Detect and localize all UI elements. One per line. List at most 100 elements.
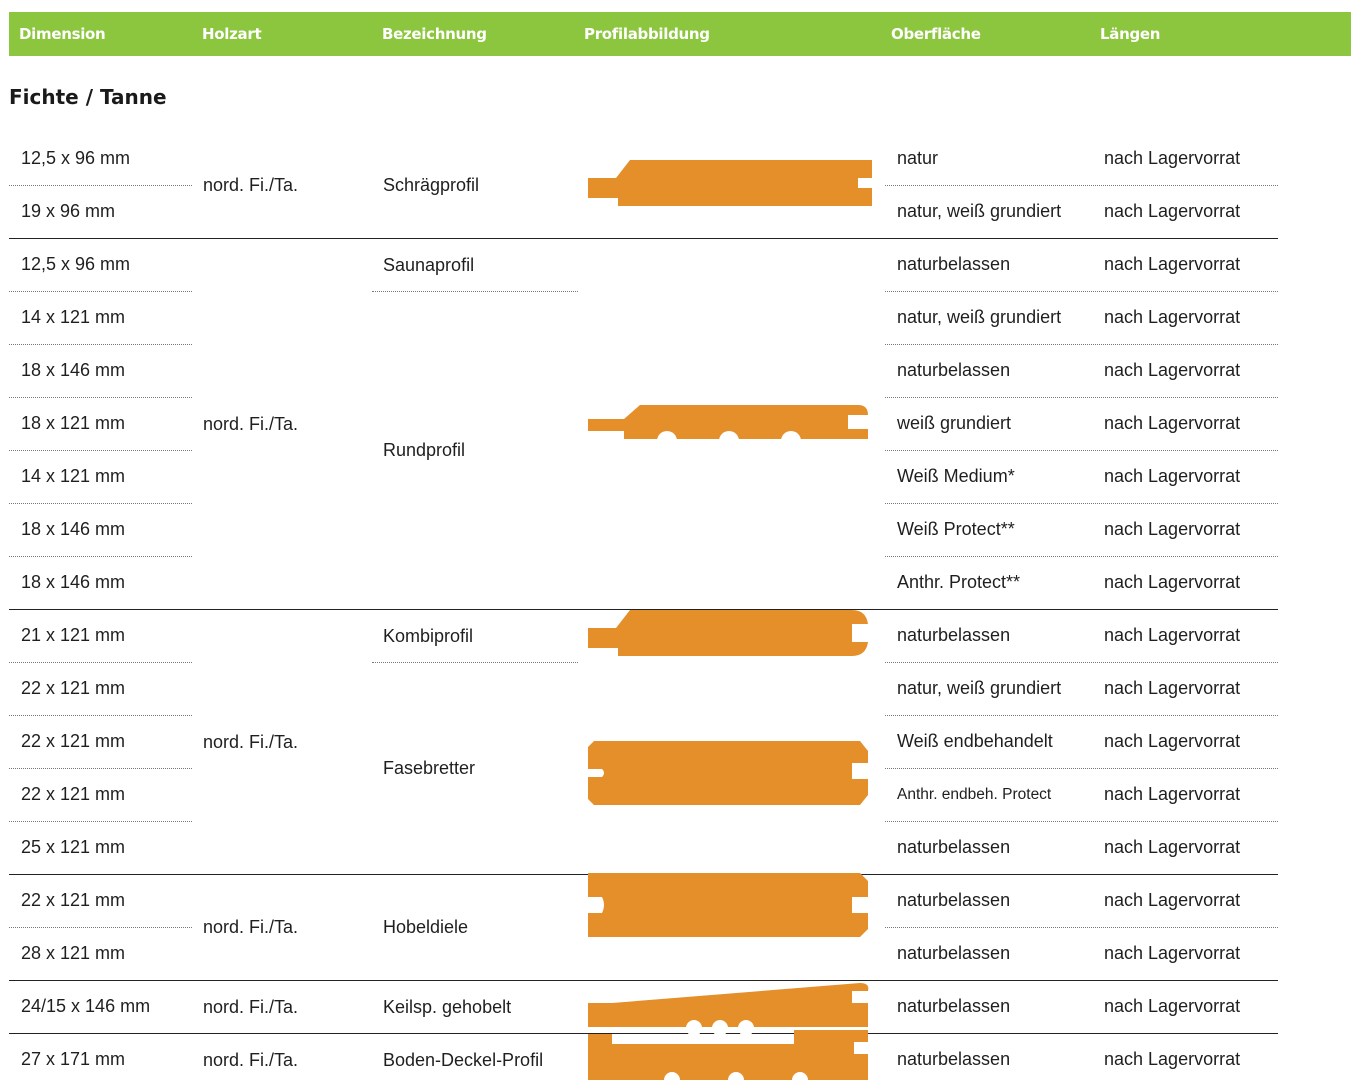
row-divider-dimension — [9, 291, 192, 292]
length-cell: nach Lagervorrat — [1104, 678, 1241, 698]
row-divider-surface — [885, 185, 1278, 186]
profile-name-cell: Rundprofil — [383, 440, 466, 460]
header-bezeichnung: Bezeichnung — [382, 25, 487, 43]
dimension-cell: 28 x 121 mm — [21, 943, 126, 963]
name-divider — [372, 662, 578, 663]
wood-type-cell: nord. Fi./Ta. — [203, 1049, 299, 1070]
dimension-cell: 18 x 146 mm — [21, 519, 126, 539]
wood-type-cell: nord. Fi./Ta. — [203, 413, 299, 434]
length-cell: nach Lagervorrat — [1104, 890, 1241, 910]
surface-cell: natur, weiß grundiert — [897, 678, 1062, 698]
length-cell: nach Lagervorrat — [1104, 943, 1241, 963]
dimension-cell: 25 x 121 mm — [21, 837, 126, 857]
row-divider-surface — [885, 450, 1278, 451]
row-divider-dimension — [9, 503, 192, 504]
row-divider-dimension — [9, 185, 192, 186]
length-cell: nach Lagervorrat — [1104, 996, 1241, 1016]
row-divider-dimension — [9, 821, 192, 822]
wood-type-cell: nord. Fi./Ta. — [203, 996, 299, 1017]
profile-name-cell: Saunaprofil — [383, 254, 475, 275]
row-divider-dimension — [9, 556, 192, 557]
header-profilabbildung: Profilabbildung — [584, 25, 710, 43]
wood-type-cell: nord. Fi./Ta. — [203, 731, 299, 752]
profile-schraegprofil-icon — [588, 160, 872, 206]
row-divider-surface — [885, 556, 1278, 557]
row-divider-dimension — [9, 768, 192, 769]
length-cell: nach Lagervorrat — [1104, 837, 1241, 857]
dimension-cell: 12,5 x 96 mm — [21, 148, 131, 168]
length-cell: nach Lagervorrat — [1104, 413, 1241, 433]
length-cell: nach Lagervorrat — [1104, 254, 1241, 274]
dimension-cell: 18 x 121 mm — [21, 413, 126, 433]
length-cell: nach Lagervorrat — [1104, 784, 1241, 804]
length-cell: nach Lagervorrat — [1104, 572, 1241, 592]
surface-cell: naturbelassen — [897, 996, 1011, 1016]
row-divider-surface — [885, 503, 1278, 504]
surface-cell: natur, weiß grundiert — [897, 307, 1062, 327]
wood-type-cell: nord. Fi./Ta. — [203, 917, 299, 937]
length-cell: nach Lagervorrat — [1104, 731, 1241, 751]
row-divider-dimension — [9, 715, 192, 716]
profile-name-cell: Kombiprofil — [383, 625, 474, 646]
wood-type-cell: nord. Fi./Ta. — [203, 175, 299, 195]
surface-cell: Weiß endbehandelt — [897, 731, 1053, 751]
row-divider-dimension — [9, 344, 192, 345]
row-divider-surface — [885, 291, 1278, 292]
row-divider-surface — [885, 768, 1278, 769]
profile-rundprofil-icon — [588, 405, 868, 451]
surface-cell: Anthr. endbeh. Protect — [897, 786, 1052, 803]
surface-cell: naturbelassen — [897, 890, 1011, 910]
header-oberflaeche: Oberfläche — [891, 25, 981, 43]
dimension-cell: 18 x 146 mm — [21, 360, 126, 380]
header-dimension: Dimension — [19, 25, 106, 43]
length-cell: nach Lagervorrat — [1104, 1049, 1241, 1069]
surface-cell: natur — [897, 148, 939, 168]
profile-name-cell: Schrägprofil — [383, 175, 480, 195]
dimension-cell: 27 x 171 mm — [21, 1049, 126, 1069]
row-divider-dimension — [9, 927, 192, 928]
profile-name-cell: Boden-Deckel-Profil — [383, 1049, 544, 1070]
dimension-cell: 22 x 121 mm — [21, 678, 126, 698]
surface-cell: naturbelassen — [897, 837, 1011, 857]
surface-cell: naturbelassen — [897, 1049, 1011, 1069]
profile-kombiprofil-icon — [588, 610, 868, 656]
dimension-cell: 18 x 146 mm — [21, 572, 126, 592]
row-divider-dimension — [9, 662, 192, 663]
profile-keilspund-icon — [588, 983, 869, 1036]
row-divider-surface — [885, 715, 1278, 716]
surface-cell: weiß grundiert — [897, 413, 1012, 433]
header-holzart: Holzart — [202, 25, 262, 43]
length-cell: nach Lagervorrat — [1104, 307, 1241, 327]
length-cell: nach Lagervorrat — [1104, 466, 1241, 486]
dimension-cell: 24/15 x 146 mm — [21, 996, 151, 1016]
row-divider-surface — [885, 927, 1278, 928]
surface-cell: naturbelassen — [897, 943, 1011, 963]
profile-name-cell: Fasebretter — [383, 758, 476, 778]
length-cell: nach Lagervorrat — [1104, 625, 1241, 645]
profile-name-cell: Keilsp. gehobelt — [383, 996, 512, 1017]
length-cell: nach Lagervorrat — [1104, 519, 1241, 539]
surface-cell: natur, weiß grundiert — [897, 201, 1062, 221]
row-divider-surface — [885, 344, 1278, 345]
row-divider-dimension — [9, 397, 192, 398]
row-divider-surface — [885, 662, 1278, 663]
header-laengen: Längen — [1100, 25, 1161, 43]
profile-fasebretter-icon — [588, 741, 868, 805]
dimension-cell: 14 x 121 mm — [21, 307, 126, 327]
surface-cell: Weiß Protect** — [897, 519, 1015, 539]
surface-cell: naturbelassen — [897, 254, 1011, 274]
row-divider-surface — [885, 821, 1278, 822]
length-cell: nach Lagervorrat — [1104, 360, 1241, 380]
profile-name-cell: Hobeldiele — [383, 917, 469, 937]
dimension-cell: 22 x 121 mm — [21, 731, 126, 751]
surface-cell: naturbelassen — [897, 625, 1011, 645]
profile-boden-deckel-icon — [588, 1030, 868, 1080]
dimension-cell: 21 x 121 mm — [21, 625, 126, 645]
surface-cell: Anthr. Protect** — [897, 572, 1021, 592]
name-divider — [372, 291, 578, 292]
dimension-cell: 22 x 121 mm — [21, 890, 126, 910]
surface-cell: Weiß Medium* — [897, 466, 1015, 486]
row-divider-surface — [885, 397, 1278, 398]
length-cell: nach Lagervorrat — [1104, 201, 1241, 221]
profile-hobeldiele-icon — [588, 873, 868, 937]
